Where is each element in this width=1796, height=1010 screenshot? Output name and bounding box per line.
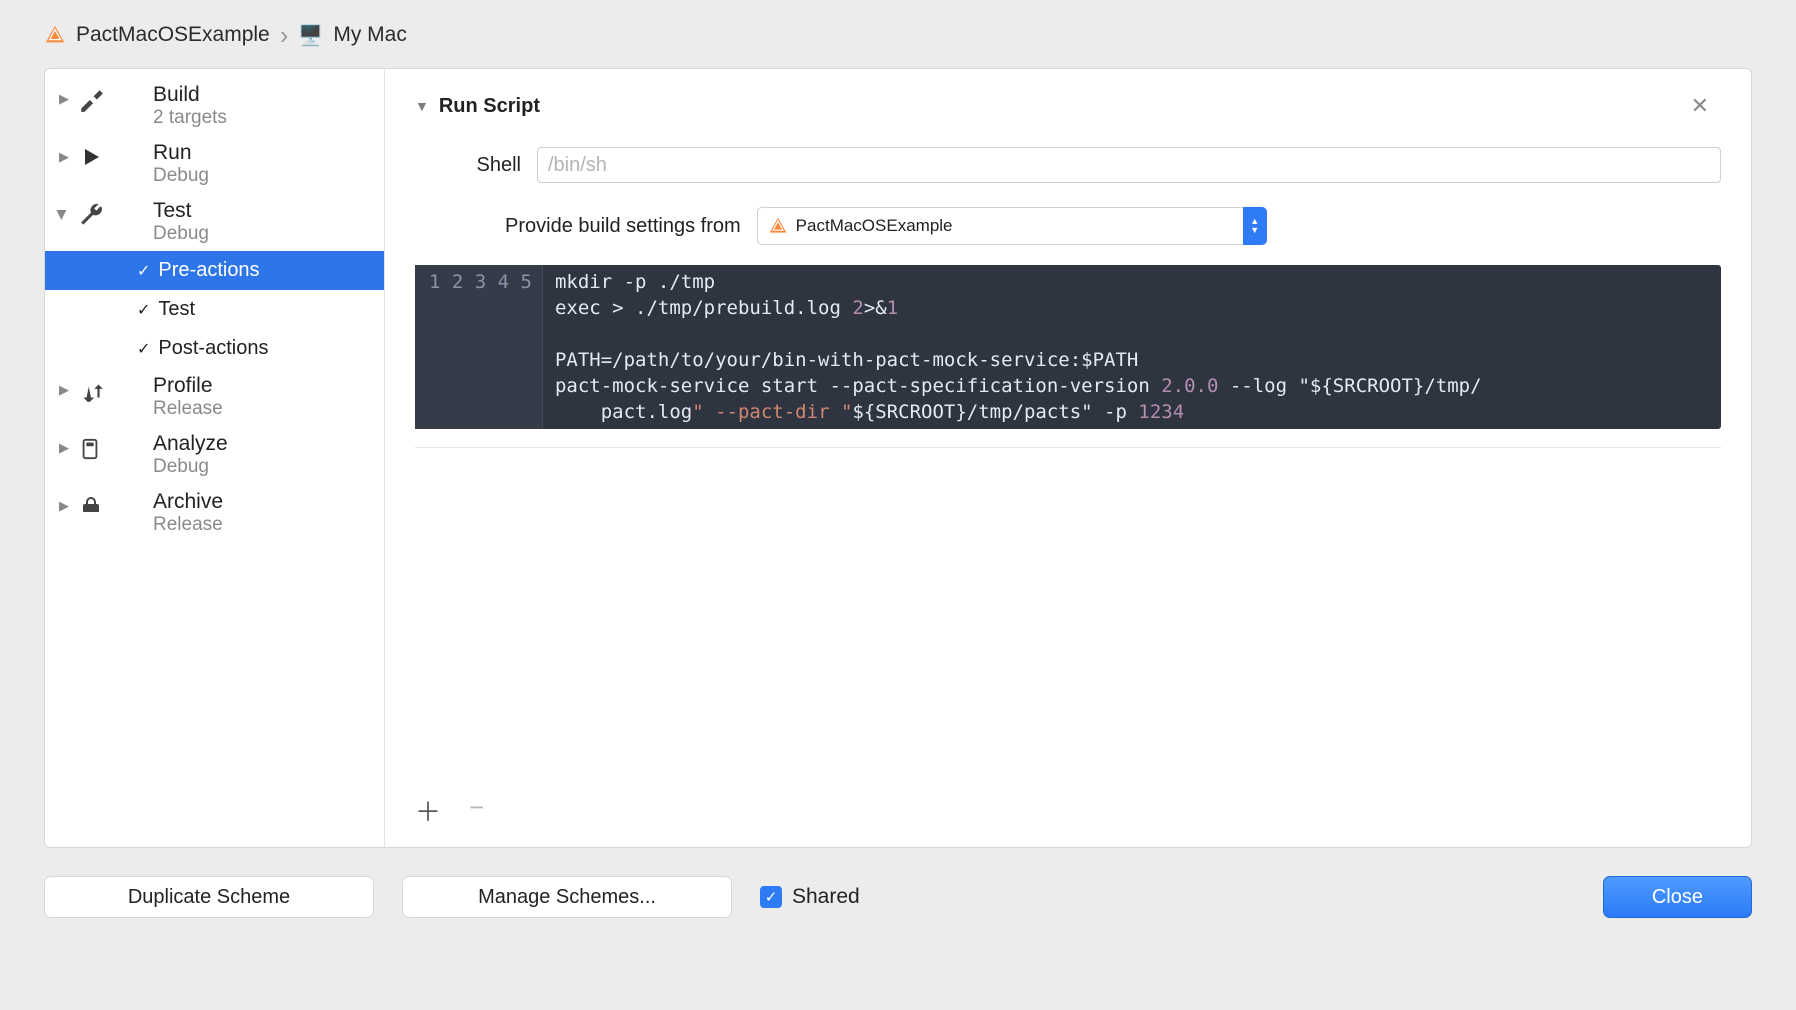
disclosure-triangle-icon[interactable]: ▶ — [59, 498, 69, 514]
sidebar-subitem-label: Post-actions — [158, 337, 268, 360]
mac-icon: 🖥️ — [298, 23, 323, 48]
shell-label: Shell — [461, 154, 521, 177]
scheme-content: ▼ Run Script ✕ Shell Provide build setti… — [385, 69, 1751, 847]
breadcrumb-destination[interactable]: My Mac — [333, 23, 407, 47]
disclosure-triangle-icon[interactable]: ▶ — [59, 149, 69, 165]
script-code[interactable]: mkdir -p ./tmp exec > ./tmp/prebuild.log… — [543, 265, 1496, 429]
disclosure-triangle-icon[interactable]: ▶ — [59, 382, 69, 398]
gauge-icon — [79, 378, 109, 404]
sidebar-item-label: Build — [153, 83, 227, 107]
scheme-sidebar: ▶ Build 2 targets ▶ Run Debug — [45, 69, 385, 847]
script-editor[interactable]: 1 2 3 4 5 mkdir -p ./tmp exec > ./tmp/pr… — [415, 265, 1721, 429]
button-label: Manage Schemes... — [478, 886, 656, 909]
provide-settings-select[interactable]: PactMacOSExample ▲▼ — [757, 207, 1267, 245]
checkmark-icon: ✓ — [137, 300, 150, 320]
divider — [415, 447, 1721, 448]
sidebar-item-build[interactable]: ▶ Build 2 targets — [45, 77, 384, 135]
xcode-app-icon — [44, 24, 66, 46]
manage-schemes-button[interactable]: Manage Schemes... — [402, 876, 732, 918]
sidebar-item-sublabel: Debug — [153, 165, 209, 187]
sidebar-subitem-label: Pre-actions — [158, 259, 259, 282]
sidebar-item-archive[interactable]: ▶ Archive Release — [45, 484, 384, 542]
analyze-icon — [79, 436, 109, 462]
breadcrumb-scheme[interactable]: PactMacOSExample — [76, 23, 270, 47]
breadcrumb: PactMacOSExample › 🖥️ My Mac — [0, 0, 1796, 68]
sidebar-subitem-pre-actions[interactable]: ✓ Pre-actions — [45, 251, 384, 290]
checkmark-icon: ✓ — [137, 339, 150, 359]
add-action-button[interactable]: ＋ — [415, 792, 441, 829]
close-button[interactable]: Close — [1603, 876, 1752, 918]
sidebar-item-label: Test — [153, 199, 209, 223]
sidebar-item-sublabel: Debug — [153, 223, 209, 245]
sidebar-item-sublabel: 2 targets — [153, 107, 227, 129]
sidebar-item-label: Profile — [153, 374, 223, 398]
chevron-right-icon: › — [280, 22, 289, 48]
remove-action-button[interactable]: − — [469, 792, 484, 829]
disclosure-triangle-icon[interactable]: ▶ — [59, 91, 69, 107]
line-gutter: 1 2 3 4 5 — [415, 265, 543, 429]
archive-icon — [79, 494, 109, 518]
sidebar-item-sublabel: Release — [153, 398, 223, 420]
sidebar-item-sublabel: Debug — [153, 456, 228, 478]
button-label: Duplicate Scheme — [128, 886, 290, 909]
button-label: Close — [1652, 886, 1703, 909]
play-icon — [79, 145, 109, 169]
sidebar-item-sublabel: Release — [153, 514, 223, 536]
sidebar-item-label: Archive — [153, 490, 223, 514]
sidebar-item-label: Run — [153, 141, 209, 165]
disclosure-triangle-icon[interactable]: ▶ — [59, 440, 69, 456]
xcode-app-icon — [768, 216, 788, 236]
duplicate-scheme-button[interactable]: Duplicate Scheme — [44, 876, 374, 918]
provide-settings-label: Provide build settings from — [505, 215, 741, 238]
sidebar-item-profile[interactable]: ▶ Profile Release — [45, 368, 384, 426]
hammer-icon — [79, 87, 109, 113]
sidebar-item-label: Analyze — [153, 432, 228, 456]
sidebar-subitem-test[interactable]: ✓ Test — [45, 290, 384, 329]
footer: Duplicate Scheme Manage Schemes... ✓ Sha… — [0, 848, 1796, 946]
disclosure-triangle-icon[interactable]: ▼ — [415, 98, 429, 114]
shell-input[interactable] — [537, 147, 1721, 183]
shared-label: Shared — [792, 885, 860, 909]
disclosure-triangle-icon[interactable]: ▶ — [54, 210, 70, 220]
provide-settings-value: PactMacOSExample — [796, 216, 953, 236]
section-title: Run Script — [439, 95, 540, 118]
close-icon[interactable]: ✕ — [1691, 93, 1709, 119]
sidebar-subitem-post-actions[interactable]: ✓ Post-actions — [45, 329, 384, 368]
shared-checkbox[interactable]: ✓ — [760, 886, 782, 908]
scheme-editor-panel: ▶ Build 2 targets ▶ Run Debug — [44, 68, 1752, 848]
sidebar-item-test[interactable]: ▶ Test Debug — [45, 193, 384, 251]
sidebar-item-analyze[interactable]: ▶ Analyze Debug — [45, 426, 384, 484]
stepper-icon[interactable]: ▲▼ — [1243, 207, 1267, 245]
wrench-icon — [79, 203, 109, 229]
checkmark-icon: ✓ — [137, 261, 150, 281]
sidebar-subitem-label: Test — [158, 298, 195, 321]
sidebar-item-run[interactable]: ▶ Run Debug — [45, 135, 384, 193]
